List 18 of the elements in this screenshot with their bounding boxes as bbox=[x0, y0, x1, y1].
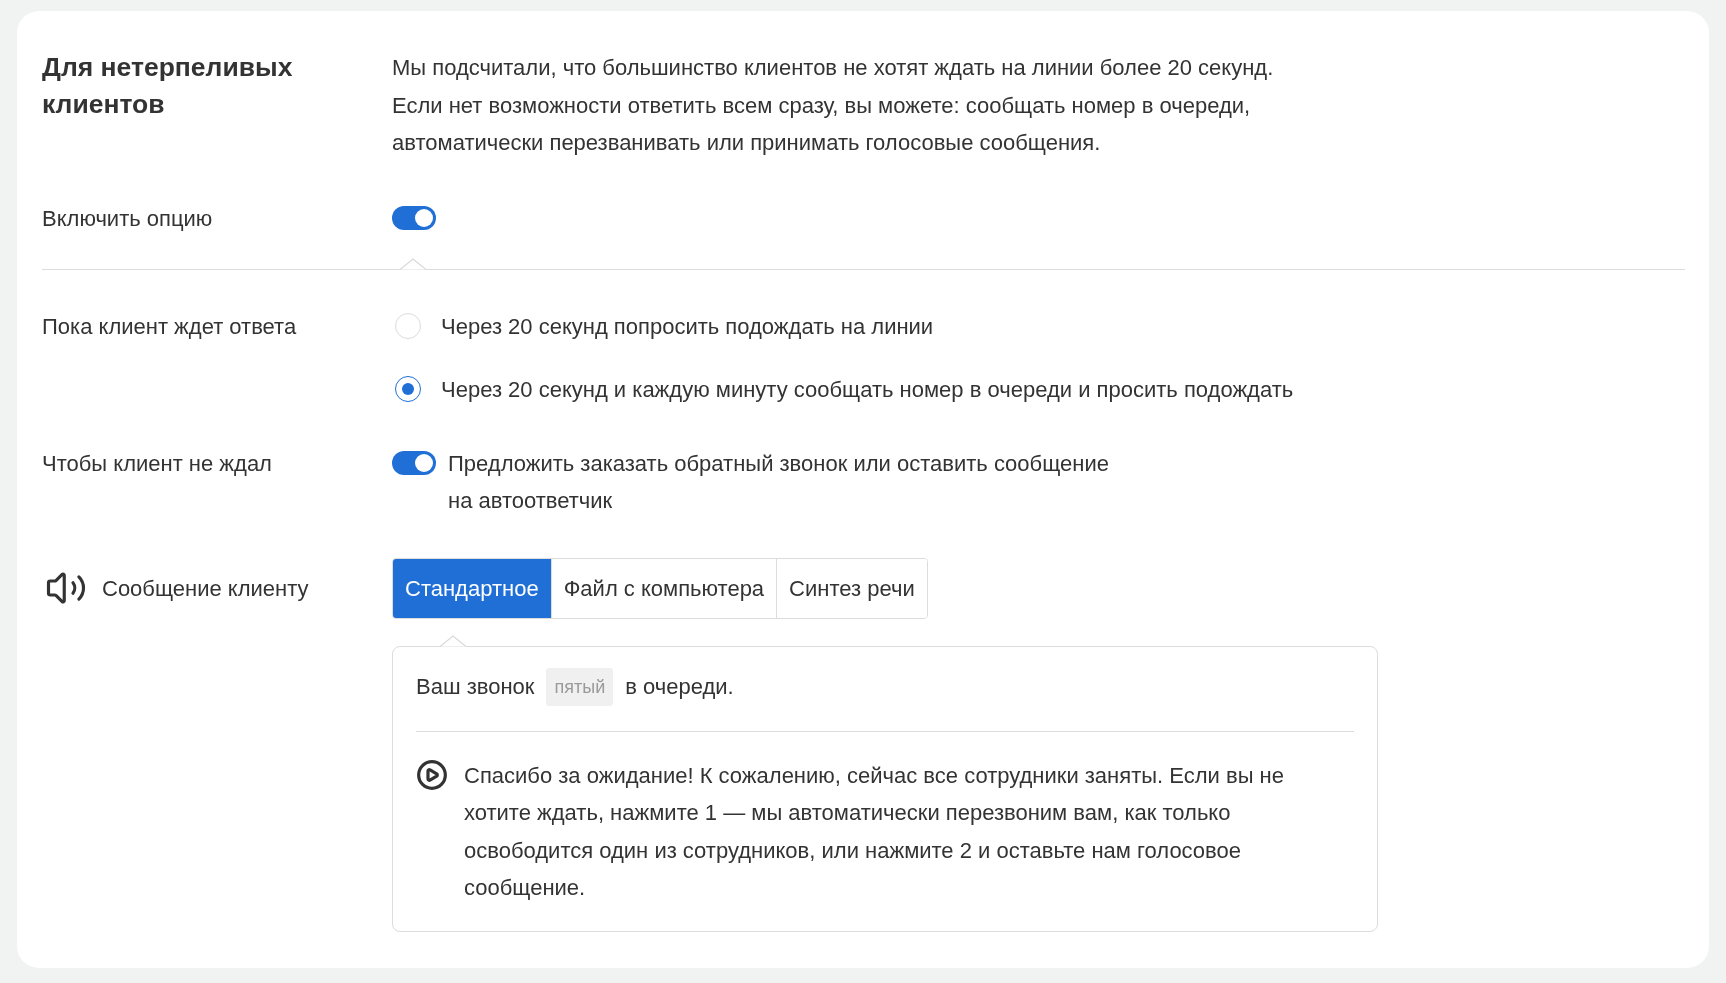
radio-label: Через 20 секунд и каждую минуту сообщать номер в очереди и просить подождать bbox=[441, 375, 1294, 404]
option-label: Пока клиент ждет ответа bbox=[42, 313, 297, 339]
message-text: Ваш звонок bbox=[416, 673, 535, 701]
radio-label: Через 20 секунд попросить подождать на линии bbox=[441, 312, 934, 341]
toggle-label: Предложить заказать обратный звонок или оставить сообщение на автоответчик bbox=[448, 449, 1110, 515]
message-source-tab[interactable]: Синтез речи bbox=[776, 558, 927, 618]
message-source-tab[interactable]: Стандартное bbox=[393, 558, 551, 618]
playback-text: Спасибо за ожидание! К сожалению, сейчас все сотрудники заняты. Если вы не хотите ждать, нажмите 1 — мы автоматически перезвоним вам, как только освободится один из сотрудников, или нажмите 2 и оставьте нам голосовое сообщение. bbox=[464, 761, 1285, 902]
queue-position-token: пятый bbox=[546, 667, 614, 706]
message-text: в очереди. bbox=[625, 673, 734, 701]
callback-toggle[interactable] bbox=[392, 451, 436, 475]
option-label: Включить опцию bbox=[42, 205, 213, 231]
enable-toggle[interactable] bbox=[392, 206, 436, 230]
section-description: Мы подсчитали, что большинство клиентов не хотят ждать на линии более 20 секунд. Если нет возможности ответить всем сразу, вы можете: сообщать номер в очереди, автоматически перезванивать или принимать голосовые сообщения. bbox=[392, 54, 1275, 157]
play-icon[interactable] bbox=[416, 759, 448, 791]
section-title: Для нетерпеливых клиентов bbox=[42, 51, 294, 121]
option-label: Чтобы клиент не ждал bbox=[42, 450, 272, 476]
option-label: Сообщение клиенту bbox=[102, 574, 309, 603]
